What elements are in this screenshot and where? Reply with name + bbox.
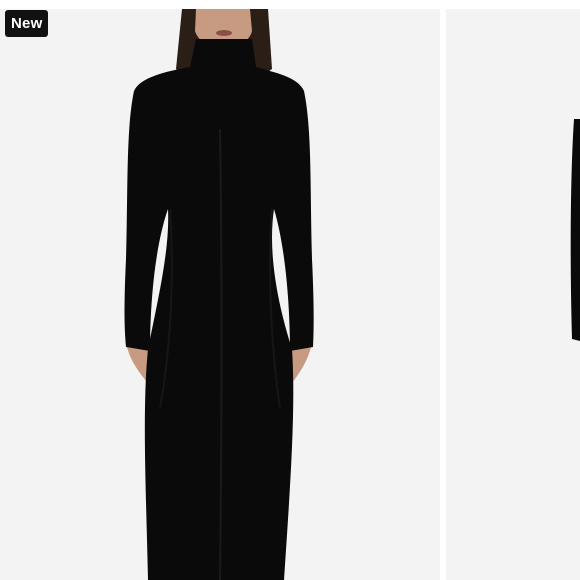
model-photo	[0, 9, 440, 580]
new-badge: New	[5, 10, 49, 37]
gallery-top-margin	[0, 0, 580, 9]
product-image-main[interactable]	[0, 9, 440, 580]
model-photo-partial	[446, 9, 580, 580]
product-image-gallery[interactable]: New	[0, 0, 580, 580]
product-image-next[interactable]	[446, 9, 580, 580]
